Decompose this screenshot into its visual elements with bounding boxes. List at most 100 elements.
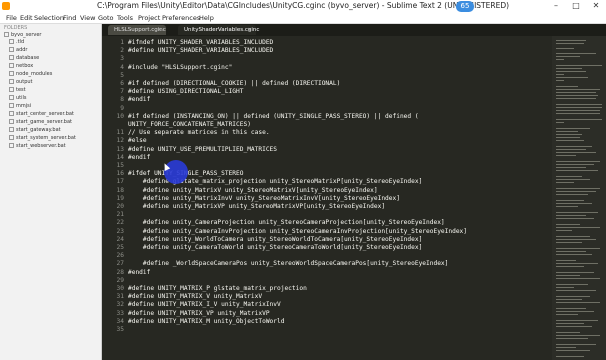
menu-view[interactable]: View — [80, 13, 95, 23]
menu-goto[interactable]: Goto — [98, 13, 114, 23]
code-line: #if defined (INSTANCING_ON) || defined (… — [128, 112, 419, 120]
line-number: 5 — [120, 71, 124, 79]
code-line: #include "HLSLSupport.cginc" — [128, 63, 233, 71]
line-number: 1 — [120, 39, 124, 46]
file-icon — [9, 103, 14, 108]
folder-item[interactable]: .tld — [9, 39, 24, 45]
tab-close-icon[interactable]: × — [157, 25, 162, 35]
folder-item[interactable]: output — [9, 79, 33, 85]
folder-icon — [9, 47, 14, 52]
menu-find[interactable]: Find — [63, 13, 76, 23]
folder-icon — [9, 63, 14, 68]
line-number: 30 — [116, 285, 124, 292]
line-number: 24 — [116, 235, 124, 243]
menu-bar: File Edit Selection Find View Goto Tools… — [0, 13, 606, 24]
menu-file[interactable]: File — [6, 13, 17, 23]
code-editor[interactable]: 1 2 3 4 5 6 7 8 9 10 11 12 13 14 15 16 1… — [102, 36, 552, 360]
code-line: #define unity_MatrixVP unity_StereoMatri… — [128, 203, 386, 210]
file-item[interactable]: start_gateway.bat — [9, 127, 61, 133]
code-line: #define UNITY_MATRIX_M unity_ObjectToWor… — [128, 317, 285, 325]
tab-close-icon[interactable]: × — [247, 25, 252, 35]
file-item[interactable]: start_webserver.bat — [9, 143, 66, 149]
minimize-icon[interactable]: – — [546, 0, 566, 13]
file-icon — [9, 127, 14, 132]
menu-project[interactable]: Project — [138, 13, 160, 23]
line-number: 22 — [116, 219, 124, 227]
code-line: #define unity_MatrixInvV unity_StereoMat… — [128, 194, 400, 202]
line-number: 13 — [116, 145, 124, 153]
code-line: #define UNITY_MATRIX_P glstate_matrix_pr… — [128, 285, 307, 292]
line-number: 18 — [116, 186, 124, 194]
line-number: 16 — [116, 170, 124, 178]
code-line: #define unity_MatrixV unity_StereoMatrix… — [128, 186, 378, 194]
line-number: 31 — [116, 293, 124, 301]
menu-tools[interactable]: Tools — [117, 13, 133, 23]
file-item[interactable]: start_game_server.bat — [9, 119, 72, 125]
folder-item[interactable]: test — [9, 87, 26, 93]
line-number: 3 — [120, 55, 124, 63]
file-icon — [9, 135, 14, 140]
folder-item[interactable]: netbox — [9, 63, 33, 69]
line-number: 9 — [120, 104, 124, 112]
code-line: #define UNITY_USE_PREMULTIPLIED_MATRICES — [128, 145, 278, 153]
code-line: #define unity_CameraInvProjection unity_… — [128, 227, 467, 235]
folder-icon — [9, 79, 14, 84]
line-number: 35 — [116, 326, 124, 333]
folder-icon — [9, 87, 14, 92]
line-number: 23 — [116, 227, 124, 235]
minimap[interactable] — [552, 36, 606, 360]
line-number: 26 — [116, 252, 124, 260]
file-item[interactable]: start_system_server.bat — [9, 135, 76, 141]
line-number: 25 — [116, 244, 124, 251]
sidebar: FOLDERS byvo_server .tld addr database n… — [0, 24, 102, 360]
line-number: 11 — [116, 129, 124, 137]
code-line: #else — [128, 137, 147, 145]
menu-preferences[interactable]: Preferences — [162, 13, 200, 23]
code-line: #define unity_WorldToCamera unity_Stereo… — [128, 235, 423, 243]
title-bar: C:\Program Files\Unity\Editor\Data\CGInc… — [0, 0, 606, 13]
folder-item[interactable]: node_modules — [9, 71, 52, 77]
line-number: 10 — [116, 112, 124, 120]
folder-item[interactable]: addr — [9, 47, 27, 53]
line-number: 12 — [116, 137, 124, 145]
tab-hlslsupport[interactable]: HLSLSupport.cginc × — [108, 25, 166, 35]
folder-icon — [9, 55, 14, 60]
code-line: #ifndef UNITY_SHADER_VARIABLES_INCLUDED — [128, 39, 274, 46]
line-number: 17 — [116, 178, 124, 186]
folder-item[interactable]: database — [9, 55, 39, 61]
file-icon — [9, 111, 14, 116]
file-item[interactable]: mmjsi — [9, 103, 31, 109]
menu-edit[interactable]: Edit — [20, 13, 33, 23]
code-line: #define UNITY_MATRIX_VP unity_MatrixVP — [128, 309, 270, 317]
close-icon[interactable]: ✕ — [586, 0, 606, 13]
line-number: 15 — [116, 162, 124, 169]
sidebar-header: FOLDERS — [4, 25, 28, 31]
file-item[interactable]: start_center_server.bat — [9, 111, 74, 117]
folder-root[interactable]: byvo_server — [4, 32, 41, 38]
line-number: 7 — [120, 88, 124, 96]
code-line: #if defined (DIRECTIONAL_COOKIE) || defi… — [128, 80, 341, 87]
folder-item[interactable]: utils — [9, 95, 27, 101]
tab-bar: HLSLSupport.cginc × UnityShaderVariables.… — [102, 24, 606, 36]
code-line: #define unity_CameraProjection unity_Ste… — [128, 219, 445, 227]
line-number: 20 — [116, 203, 124, 210]
window-title: C:\Program Files\Unity\Editor\Data\CGInc… — [96, 1, 510, 10]
code-line: #define UNITY_MATRIX_I_V unity_MatrixInv… — [128, 301, 281, 309]
line-number: 27 — [116, 260, 124, 268]
line-number: 32 — [116, 301, 124, 309]
code-line: #define _WorldSpaceCameraPos unity_Stere… — [128, 260, 449, 268]
folder-icon — [9, 39, 14, 44]
line-number: 2 — [120, 47, 124, 55]
line-number: 28 — [116, 268, 124, 276]
code-line: #define UNITY_MATRIX_V unity_MatrixV — [128, 293, 263, 301]
tab-unityshadervariables[interactable]: UnityShaderVariables.cginc × — [178, 25, 259, 35]
menu-selection[interactable]: Selection — [34, 13, 64, 23]
notification-badge[interactable]: 65 — [456, 1, 474, 12]
code-line: UNITY_FORCE_CONCATENATE_MATRICES) — [128, 121, 251, 128]
file-icon — [9, 143, 14, 148]
file-icon — [9, 119, 14, 124]
maximize-icon[interactable]: □ — [566, 0, 586, 13]
code-line: #define USING_DIRECTIONAL_LIGHT — [128, 88, 244, 96]
menu-help[interactable]: Help — [199, 13, 214, 23]
line-number: 29 — [116, 276, 124, 284]
